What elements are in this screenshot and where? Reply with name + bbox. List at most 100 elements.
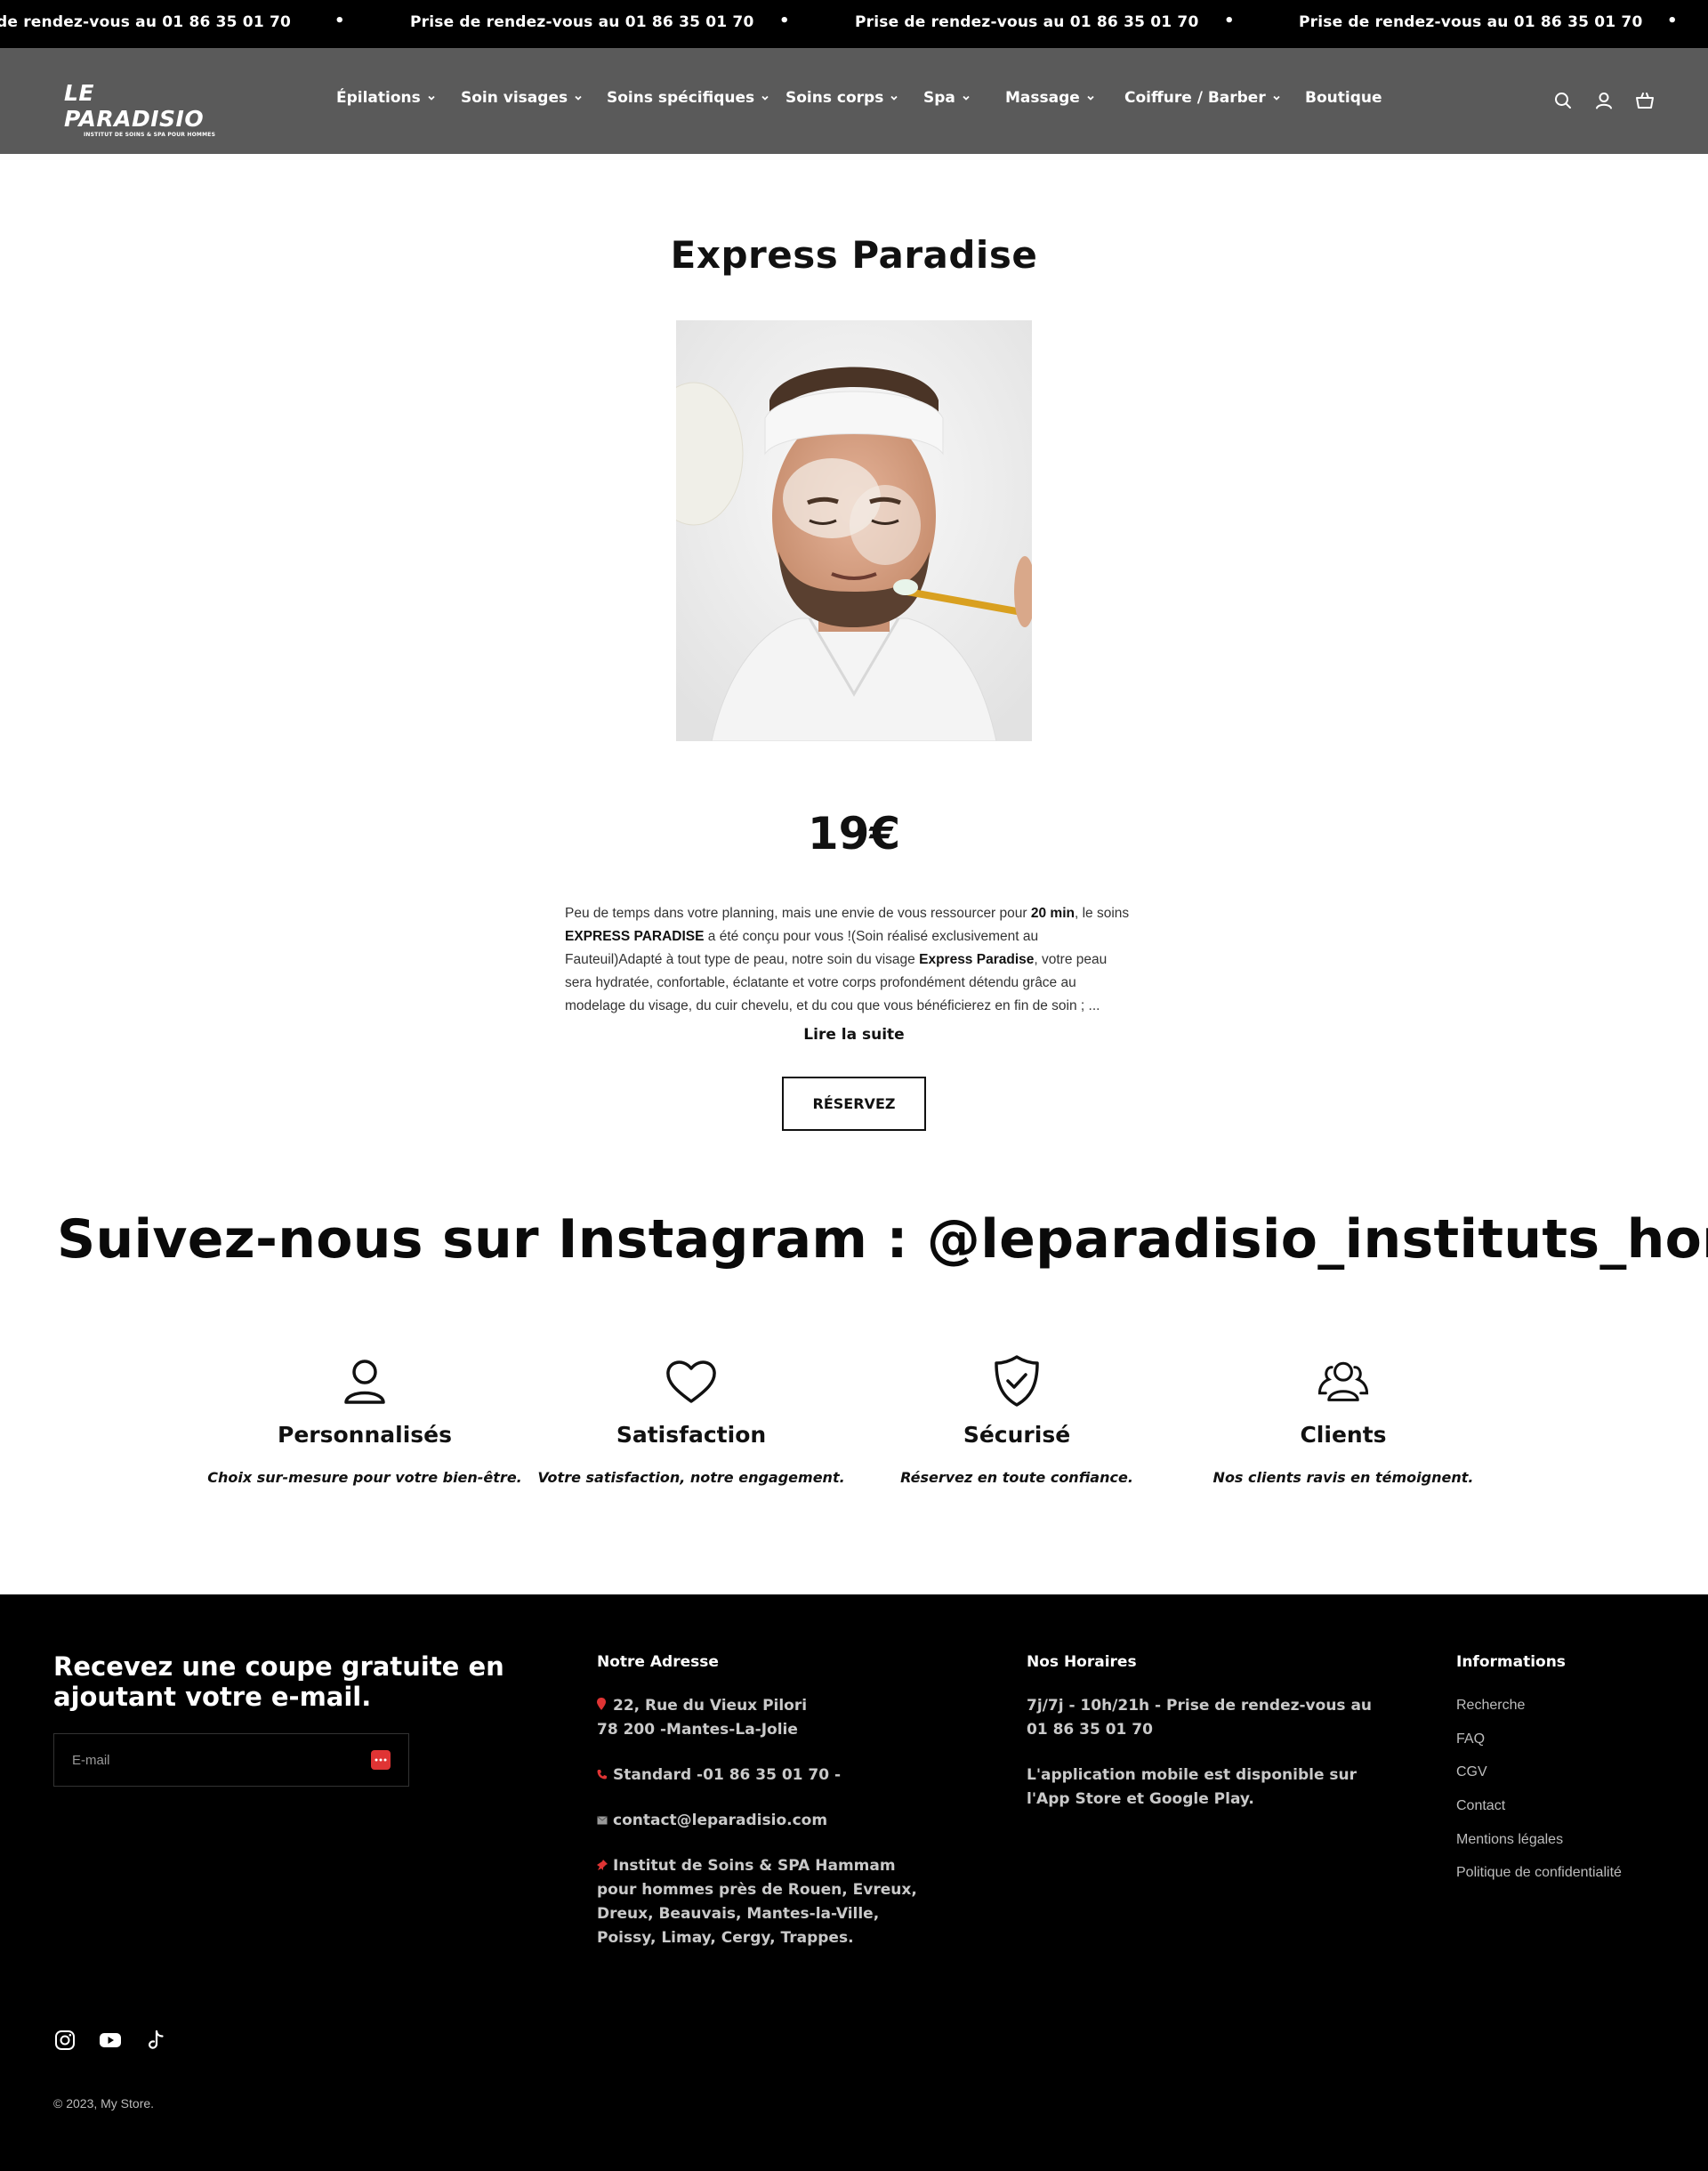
user-icon (344, 1360, 385, 1404)
nav-item-label: Boutique (1305, 89, 1382, 107)
users-icon (1317, 1361, 1369, 1401)
footer-hours-title: Nos Horaires (1027, 1653, 1137, 1671)
feature-personnalises: Personnalisés Choix sur-mesure pour votr… (205, 1354, 525, 1486)
logo-text: LE PARADISIO (64, 80, 205, 132)
chevron-down-icon (575, 95, 582, 101)
youtube-icon[interactable] (99, 2029, 122, 2052)
address-line: 22, Rue du Vieux Pilori (613, 1697, 808, 1715)
description-emphasis: EXPRESS PARADISE (565, 929, 705, 944)
feature-text: Réservez en toute confiance. (900, 1469, 1133, 1486)
footer-email: contact@leparadisio.com (597, 1809, 827, 1833)
feature-title: Sécurisé (963, 1422, 1071, 1448)
nav-item-epilations[interactable]: Épilations (336, 89, 437, 107)
announcement-separator: • (1224, 12, 1235, 30)
account-icon[interactable] (1592, 89, 1615, 112)
chevron-down-icon (890, 95, 898, 101)
nav-item-label: Soin visages (461, 89, 568, 107)
description-emphasis: 20 min (1030, 906, 1075, 921)
nav-item-soins-specifiques[interactable]: Soins spécifiques (607, 89, 770, 107)
dots-icon (375, 1758, 387, 1762)
footer-about: Institut de Soins & SPA Hammam pour homm… (597, 1854, 931, 1950)
submit-button[interactable] (371, 1750, 391, 1770)
announcement-separator: • (1667, 12, 1678, 30)
feature-text: Nos clients ravis en témoignent. (1213, 1469, 1474, 1486)
feature-text: Votre satisfaction, notre engagement. (537, 1469, 845, 1486)
site-header: LE PARADISIO INSTITUT DE SOINS & SPA POU… (0, 48, 1708, 154)
feature-text: Choix sur-mesure pour votre bien-être. (207, 1469, 522, 1486)
shield-check-icon (995, 1355, 1039, 1407)
chevron-down-icon (428, 95, 435, 101)
nav-item-massage[interactable]: Massage (1005, 89, 1096, 107)
phone-icon (597, 1763, 608, 1788)
footer-link-politique-confidentialite[interactable]: Politique de confidentialité (1456, 1865, 1622, 1881)
copyright: © 2023, My Store. (53, 2096, 155, 2110)
app-text: L'application mobile est disponible sur … (1027, 1766, 1358, 1808)
footer-link-recherche[interactable]: Recherche (1456, 1698, 1525, 1714)
announcement-text: Prise de rendez-vous au 01 86 35 01 70 (855, 13, 1199, 31)
chevron-down-icon (963, 95, 970, 101)
announcement-separator: • (334, 12, 345, 30)
search-icon[interactable] (1551, 89, 1575, 112)
nav-item-soin-visages[interactable]: Soin visages (461, 89, 584, 107)
nav-item-label: Soins corps (786, 89, 884, 107)
footer-phone: Standard -01 86 35 01 70 - (597, 1763, 841, 1788)
mail-icon (597, 1809, 608, 1833)
tiktok-icon[interactable] (144, 2029, 167, 2052)
footer-link-cgv[interactable]: CGV (1456, 1764, 1487, 1780)
feature-title: Clients (1300, 1422, 1387, 1448)
chevron-down-icon (1273, 95, 1280, 101)
product-description: Peu de temps dans votre planning, mais u… (565, 902, 1134, 1018)
heart-icon (666, 1360, 716, 1403)
nav-item-label: Soins spécifiques (607, 89, 755, 107)
instagram-heading: Suivez-nous sur Instagram : @leparadisio… (57, 1208, 1708, 1271)
nav-item-label: Spa (923, 89, 955, 107)
about-text: Institut de Soins & SPA Hammam pour homm… (597, 1857, 917, 1947)
pushpin-icon (597, 1854, 608, 1878)
feature-satisfaction: Satisfaction Votre satisfaction, notre e… (531, 1354, 851, 1486)
address-line: 78 200 -Mantes-La-Jolie (597, 1721, 798, 1739)
hours-text: 7j/7j - 10h/21h - Prise de rendez-vous a… (1027, 1697, 1373, 1739)
product-price: 19€ (807, 808, 901, 860)
nav-item-soins-corps[interactable]: Soins corps (786, 89, 899, 107)
nav-item-label: Massage (1005, 89, 1080, 107)
feature-title: Satisfaction (616, 1422, 767, 1448)
phone-text[interactable]: Standard -01 86 35 01 70 - (613, 1766, 841, 1784)
cart-icon[interactable] (1633, 89, 1656, 112)
footer-link-faq[interactable]: FAQ (1456, 1731, 1485, 1747)
footer-link-mentions-legales[interactable]: Mentions légales (1456, 1832, 1563, 1848)
nav-item-label: Épilations (336, 89, 421, 107)
footer-address-title: Notre Adresse (597, 1653, 719, 1671)
announcement-bar: de rendez-vous au 01 86 35 01 70 • Prise… (0, 0, 1708, 48)
reserve-button[interactable]: RÉSERVEZ (782, 1077, 926, 1131)
description-text: , le soins (1074, 906, 1130, 921)
chevron-down-icon (1087, 95, 1094, 101)
feature-clients: Clients Nos clients ravis en témoignent. (1183, 1354, 1503, 1486)
instagram-icon[interactable] (53, 2029, 77, 2052)
nav-item-coiffure-barber[interactable]: Coiffure / Barber (1124, 89, 1282, 107)
email-field[interactable] (54, 1734, 357, 1786)
announcement-separator: • (779, 12, 790, 30)
footer-address: 22, Rue du Vieux Pilori 78 200 -Mantes-L… (597, 1694, 864, 1742)
read-more-link[interactable]: Lire la suite (0, 1026, 1708, 1044)
nav-item-label: Coiffure / Barber (1124, 89, 1266, 107)
email-text[interactable]: contact@leparadisio.com (613, 1812, 827, 1829)
product-image (676, 320, 1032, 741)
description-emphasis: Express Paradise (919, 952, 1035, 967)
location-pin-icon (597, 1694, 608, 1718)
newsletter-title: Recevez une coupe gratuite en ajoutant v… (53, 1651, 504, 1712)
description-text: Peu de temps dans votre planning, mais u… (565, 906, 1031, 921)
announcement-text: de rendez-vous au 01 86 35 01 70 (0, 13, 292, 31)
product-photo-illustration (676, 320, 1032, 741)
footer-link-contact[interactable]: Contact (1456, 1798, 1505, 1814)
nav-item-boutique[interactable]: Boutique (1305, 89, 1382, 107)
site-footer: Recevez une coupe gratuite en ajoutant v… (0, 1594, 1708, 2171)
logo[interactable]: LE PARADISIO INSTITUT DE SOINS & SPA POU… (64, 80, 233, 138)
chevron-down-icon (761, 95, 769, 101)
announcement-text: Prise de rendez-vous au 01 86 35 01 70 (1299, 13, 1643, 31)
page-title: Express Paradise (670, 233, 1038, 277)
logo-tagline: INSTITUT DE SOINS & SPA POUR HOMMES (84, 132, 216, 138)
nav-item-spa[interactable]: Spa (923, 89, 971, 107)
feature-title: Personnalisés (278, 1422, 452, 1448)
feature-securise: Sécurisé Réservez en toute confiance. (857, 1354, 1177, 1486)
footer-info-title: Informations (1456, 1653, 1566, 1671)
